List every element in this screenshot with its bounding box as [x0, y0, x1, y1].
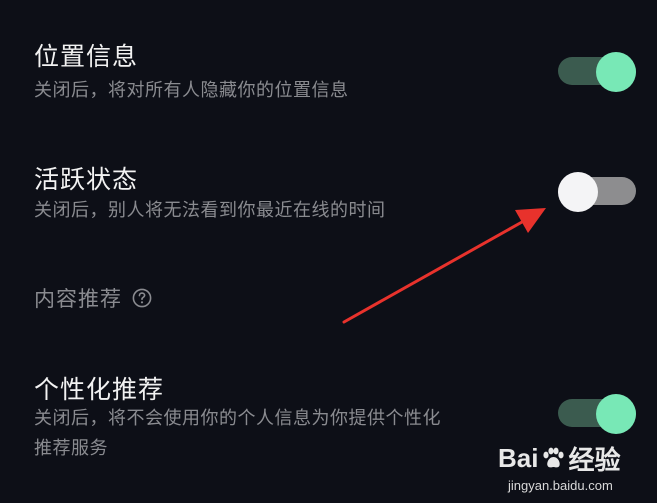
- location-toggle[interactable]: [558, 52, 636, 92]
- content-recommend-section-label: 内容推荐: [34, 283, 152, 313]
- toggle-knob: [596, 52, 636, 92]
- toggle-knob: [558, 172, 598, 212]
- active-status-toggle[interactable]: [558, 172, 636, 212]
- location-title: 位置信息: [34, 42, 139, 71]
- active-status-desc: 关闭后，别人将无法看到你最近在线的时间: [34, 200, 386, 221]
- baidu-watermark: Bai 经验 jingyan.baidu.com: [498, 440, 648, 500]
- paw-icon: [543, 447, 565, 467]
- personalized-desc-line2: 推荐服务: [34, 438, 108, 459]
- watermark-brand-right: 经验: [568, 445, 621, 475]
- personalized-title: 个性化推荐: [34, 375, 165, 404]
- setting-row-active-status: 活跃状态 关闭后，别人将无法看到你最近在线的时间: [0, 150, 657, 230]
- personalized-desc-line1: 关闭后，将不会使用你的个人信息为你提供个性化: [34, 408, 441, 429]
- section-label-text: 内容推荐: [34, 287, 122, 311]
- setting-row-location: 位置信息 关闭后，将对所有人隐藏你的位置信息: [0, 0, 657, 115]
- watermark-brand: Bai 经验: [498, 440, 620, 477]
- personalized-toggle[interactable]: [558, 394, 636, 434]
- location-desc: 关闭后，将对所有人隐藏你的位置信息: [34, 80, 349, 101]
- question-circle-icon[interactable]: [132, 288, 152, 308]
- active-status-title: 活跃状态: [34, 165, 139, 194]
- watermark-brand-left: Bai: [498, 443, 539, 473]
- toggle-knob: [596, 394, 636, 434]
- watermark-url: jingyan.baidu.com: [508, 478, 613, 493]
